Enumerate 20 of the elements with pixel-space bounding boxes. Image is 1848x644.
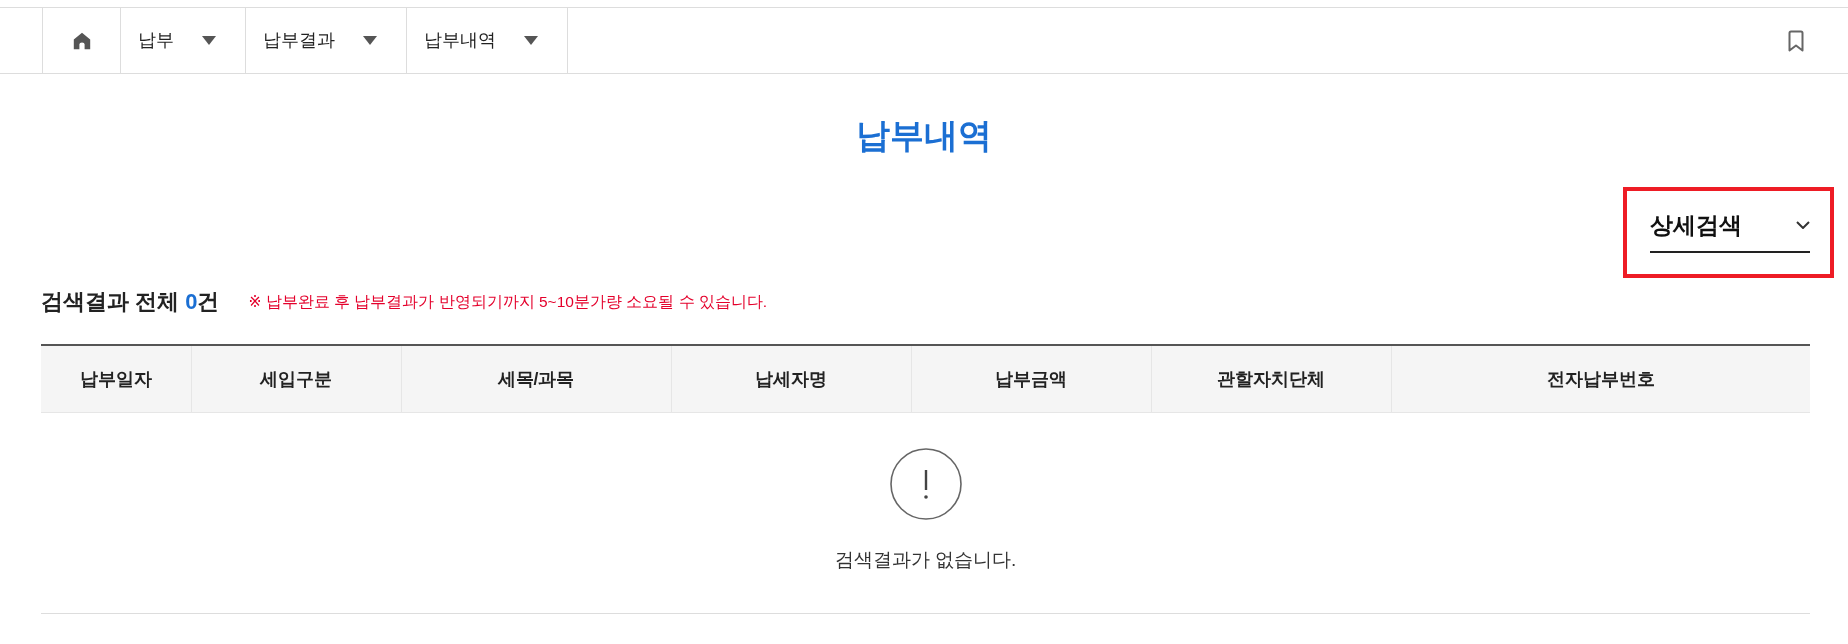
caret-icon — [202, 36, 216, 45]
result-count-heading: 검색결과 전체 0건 — [41, 288, 220, 316]
caret-icon — [524, 36, 538, 45]
bookmark-icon — [1788, 29, 1804, 52]
empty-message: 검색결과가 없습니다. — [833, 547, 1018, 572]
bookmark-button[interactable] — [1788, 29, 1804, 52]
column-header: 납부일자 — [41, 345, 191, 412]
column-header: 전자납부번호 — [1391, 345, 1810, 412]
notice-text: ※ 납부완료 후 납부결과가 반영되기까지 5~10분가량 소요될 수 있습니다. — [248, 292, 768, 312]
column-header: 납세자명 — [671, 345, 911, 412]
caret-icon — [363, 36, 377, 45]
alert-icon — [889, 447, 962, 520]
column-header: 관할자치단체 — [1151, 345, 1391, 412]
page-title: 납부내역 — [855, 115, 993, 156]
nav-menu-item[interactable]: 납부내역 — [406, 8, 568, 73]
home-icon — [72, 31, 91, 50]
column-header: 세입구분 — [191, 345, 401, 412]
column-header: 세목/과목 — [401, 345, 671, 412]
column-header: 납부금액 — [911, 345, 1151, 412]
detail-search-toggle[interactable]: 상세검색 — [1650, 209, 1810, 253]
